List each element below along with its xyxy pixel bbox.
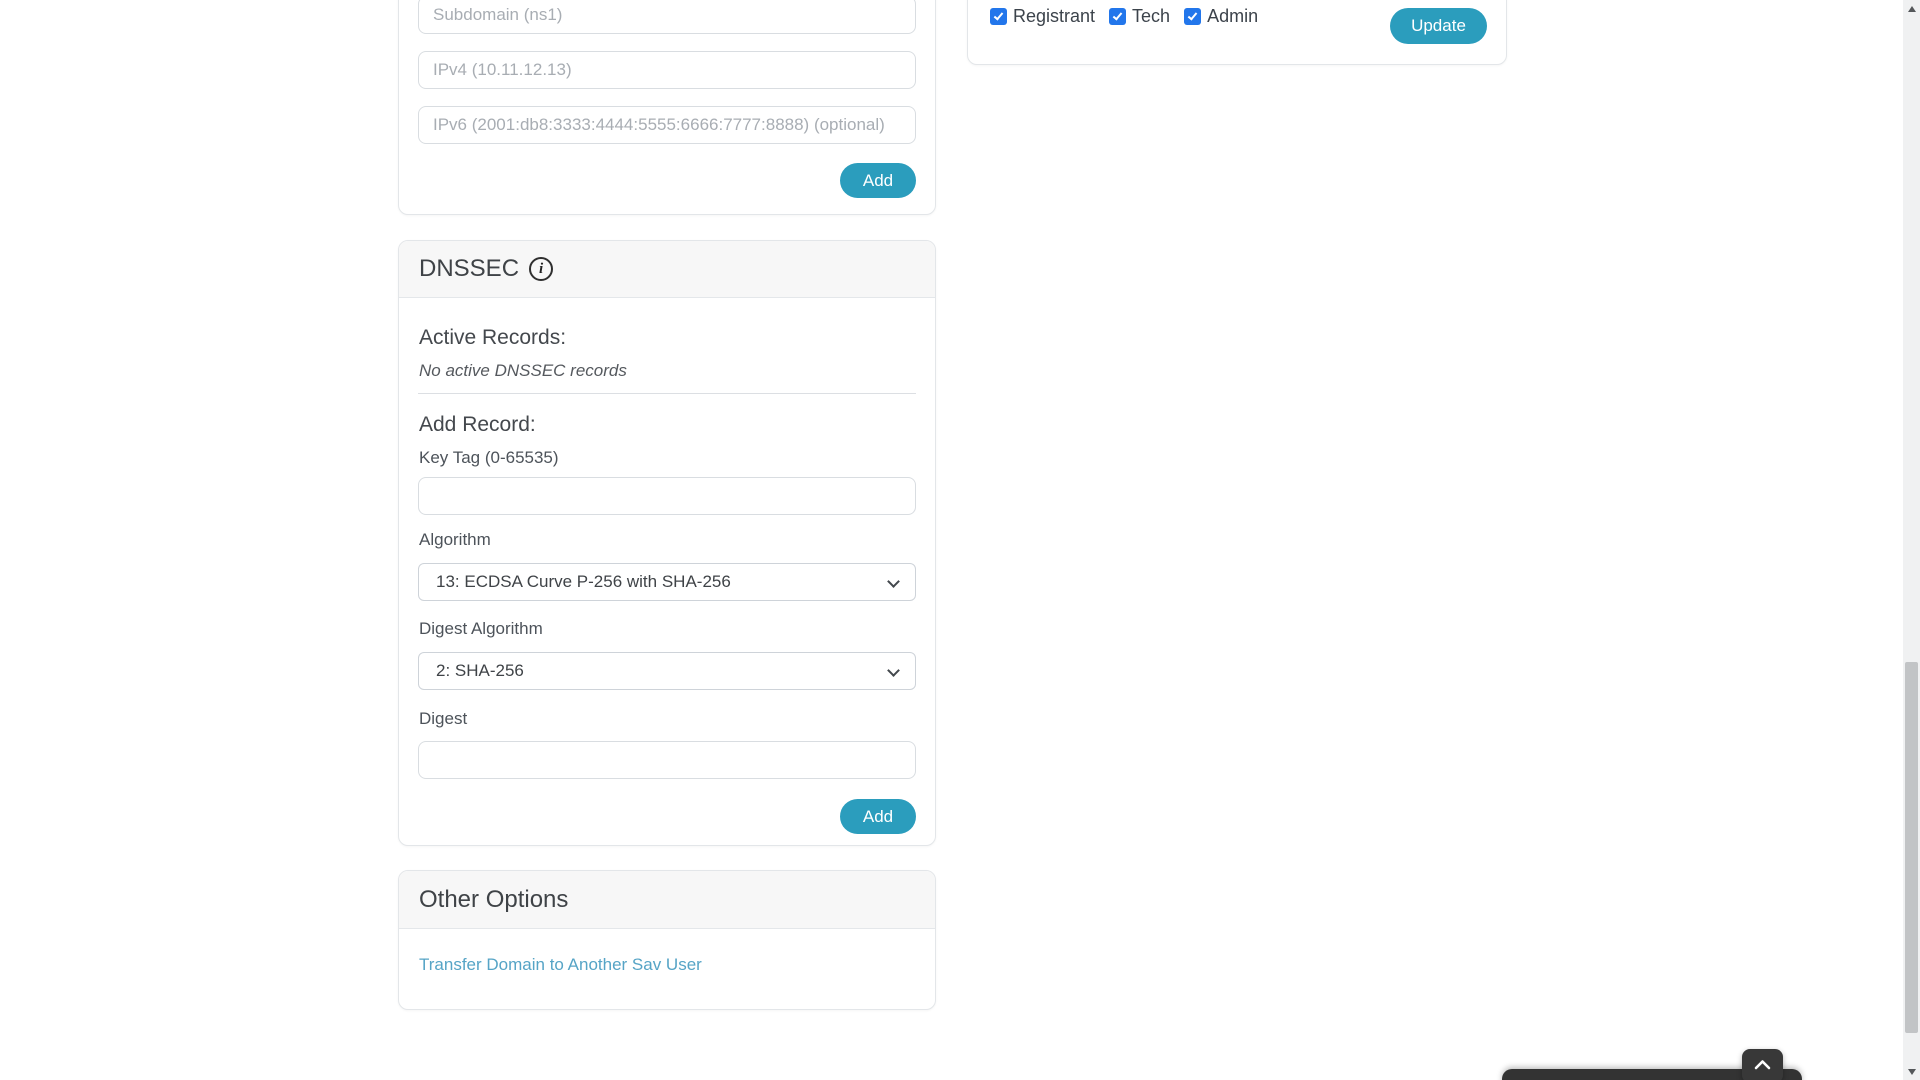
chevron-down-icon <box>887 664 900 677</box>
page: Add Registrant Tech Admin Update DNSSEC … <box>0 0 1920 1080</box>
digest-algorithm-select[interactable]: 2: SHA-256 <box>418 652 916 690</box>
scrollbar <box>1903 0 1920 1080</box>
admin-checkbox-group: Admin <box>1184 6 1258 27</box>
divider <box>418 393 916 394</box>
scrollbar-down-arrow[interactable] <box>1903 1063 1920 1080</box>
digest-algorithm-label: Digest Algorithm <box>419 619 543 639</box>
check-icon <box>1187 10 1197 20</box>
triangle-up-icon <box>1908 6 1916 12</box>
contacts-card: Registrant Tech Admin Update <box>967 0 1507 65</box>
update-contacts-button[interactable]: Update <box>1390 8 1487 44</box>
scroll-to-top-button[interactable] <box>1742 1049 1783 1080</box>
digest-input[interactable] <box>418 741 916 779</box>
ipv4-input[interactable] <box>418 51 916 89</box>
info-circle-icon[interactable]: i <box>529 257 553 281</box>
dnssec-title: DNSSEC i <box>419 255 553 283</box>
add-dnssec-record-button[interactable]: Add <box>840 799 916 834</box>
transfer-domain-link[interactable]: Transfer Domain to Another Sav User <box>419 955 702 975</box>
admin-checkbox-label: Admin <box>1207 6 1258 27</box>
algorithm-label: Algorithm <box>419 530 491 550</box>
check-icon <box>993 10 1003 20</box>
add-nameserver-button[interactable]: Add <box>840 163 916 198</box>
key-tag-label: Key Tag (0-65535) <box>419 448 559 468</box>
scrollbar-up-arrow[interactable] <box>1903 0 1920 17</box>
tech-checkbox-group: Tech <box>1109 6 1170 27</box>
key-tag-input[interactable] <box>418 477 916 515</box>
digest-algorithm-selected-value: 2: SHA-256 <box>436 661 524 681</box>
digest-label: Digest <box>419 709 467 729</box>
registrant-checkbox-label: Registrant <box>1013 6 1095 27</box>
other-options-card-header: Other Options <box>399 871 935 929</box>
subdomain-input[interactable] <box>418 0 916 34</box>
nameserver-card: Add <box>398 0 936 215</box>
triangle-down-icon <box>1908 1069 1916 1075</box>
dnssec-title-text: DNSSEC <box>419 255 519 283</box>
other-options-card: Other Options Transfer Domain to Another… <box>398 870 936 1010</box>
active-records-heading: Active Records: <box>419 326 566 350</box>
registrant-checkbox[interactable] <box>990 8 1007 25</box>
other-options-title: Other Options <box>419 886 568 914</box>
chevron-down-icon <box>887 575 900 588</box>
admin-checkbox[interactable] <box>1184 8 1201 25</box>
dnssec-card-header: DNSSEC i <box>399 241 935 298</box>
check-icon <box>1112 10 1122 20</box>
dnssec-card: DNSSEC i Active Records: No active DNSSE… <box>398 240 936 846</box>
algorithm-selected-value: 13: ECDSA Curve P-256 with SHA-256 <box>436 572 731 592</box>
registrant-checkbox-group: Registrant <box>990 6 1095 27</box>
tech-checkbox-label: Tech <box>1132 6 1170 27</box>
no-records-message: No active DNSSEC records <box>419 361 627 381</box>
tech-checkbox[interactable] <box>1109 8 1126 25</box>
scrollbar-thumb[interactable] <box>1905 662 1918 1033</box>
ipv6-input[interactable] <box>418 106 916 144</box>
chevron-up-icon <box>1754 1059 1771 1070</box>
contact-checkbox-row: Registrant Tech Admin <box>990 6 1258 27</box>
algorithm-select[interactable]: 13: ECDSA Curve P-256 with SHA-256 <box>418 563 916 601</box>
add-record-heading: Add Record: <box>419 413 536 437</box>
